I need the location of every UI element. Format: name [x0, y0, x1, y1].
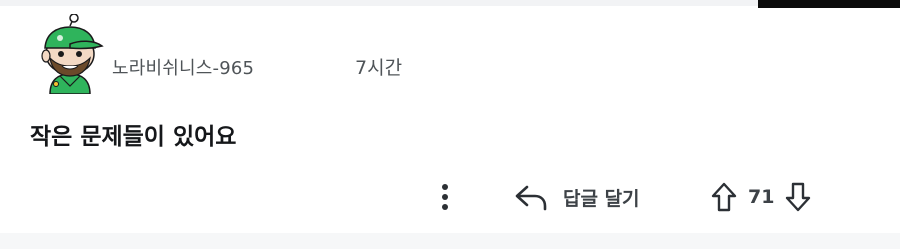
comment-body: 작은 문제들이 있어요 — [30, 124, 237, 150]
more-options-button[interactable] — [430, 180, 460, 214]
top-corner-bar — [758, 0, 900, 8]
author-username[interactable]: 노라비쉬니스-965 — [112, 54, 254, 80]
upvote-button[interactable] — [710, 181, 738, 213]
downvote-arrow-icon — [786, 182, 811, 212]
comment-action-bar: 답글 달기 71 — [0, 180, 900, 216]
comment-timestamp: 7시간 — [355, 57, 403, 79]
reply-button[interactable]: 답글 달기 — [513, 180, 640, 214]
vote-count: 71 — [748, 186, 775, 208]
snoo-avatar-icon — [41, 13, 104, 95]
downvote-button[interactable] — [784, 181, 812, 213]
comment-card: 노라비쉬니스-965 7시간 작은 문제들이 있어요 답글 달기 71 — [0, 0, 900, 249]
upvote-arrow-icon — [711, 182, 737, 212]
vote-controls: 71 — [710, 180, 812, 214]
bottom-divider — [0, 233, 900, 249]
reply-label: 답글 달기 — [563, 187, 640, 210]
more-vertical-icon — [442, 184, 448, 210]
reply-arrow-icon — [515, 185, 547, 211]
top-divider — [0, 0, 758, 6]
avatar[interactable] — [36, 13, 104, 95]
